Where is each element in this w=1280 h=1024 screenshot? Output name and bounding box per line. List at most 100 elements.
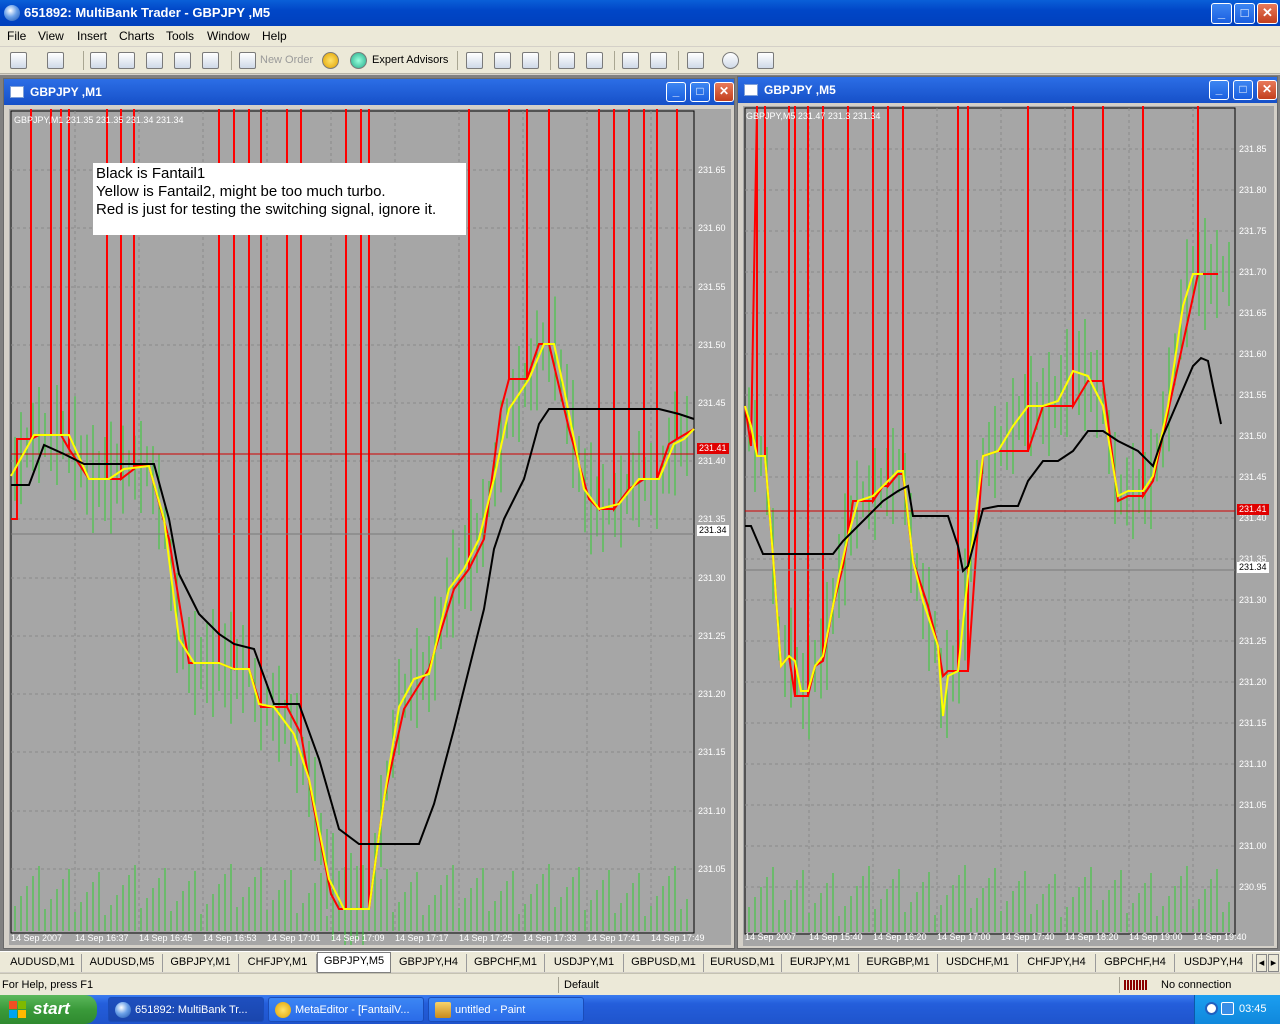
tray-app-icon[interactable] <box>1221 1002 1234 1015</box>
zoom-out-icon[interactable] <box>586 52 603 69</box>
terminal-app-icon <box>115 1002 131 1018</box>
y-tick: 231.30 <box>1239 595 1267 605</box>
y-tick: 231.10 <box>1239 759 1267 769</box>
fantail2-line <box>10 343 695 910</box>
tab-gbpjpy-m1[interactable]: GBPJPY,M1 <box>163 954 239 972</box>
bar-chart-icon[interactable] <box>466 52 483 69</box>
x-tick: 14 Sep 17:33 <box>523 933 577 943</box>
taskbar-item-metaeditor[interactable]: MetaEditor - [FantailV... <box>268 997 424 1022</box>
connection-icon <box>1124 980 1148 990</box>
x-tick: 14 Sep 17:49 <box>651 933 705 943</box>
x-tick: 14 Sep 16:45 <box>139 933 193 943</box>
x-tick: 14 Sep 17:09 <box>331 933 385 943</box>
tab-gbpchf-h4[interactable]: GBPCHF,H4 <box>1096 954 1175 972</box>
chart-title: GBPJPY ,M1 <box>30 85 102 99</box>
new-chart-icon[interactable] <box>10 52 27 69</box>
fantail1-line <box>11 408 695 845</box>
restore-button[interactable]: □ <box>1234 3 1255 24</box>
tab-scroll-right[interactable]: ▸ <box>1268 954 1279 972</box>
tab-audusd-m5[interactable]: AUDUSD,M5 <box>82 954 163 972</box>
taskbar-item-label: MetaEditor - [FantailV... <box>295 1004 410 1016</box>
tab-chfjpy-h4[interactable]: CHFJPY,H4 <box>1018 954 1096 972</box>
menu-tools[interactable]: Tools <box>166 29 194 43</box>
network-icon[interactable] <box>1205 1002 1218 1015</box>
tab-scroll-left[interactable]: ◂ <box>1256 954 1267 972</box>
navigator-icon[interactable] <box>146 52 163 69</box>
tab-usdjpy-h4[interactable]: USDJPY,H4 <box>1175 954 1253 972</box>
auto-scroll-icon[interactable] <box>650 52 667 69</box>
y-tick: 231.30 <box>698 573 726 583</box>
taskbar-item-multibank[interactable]: 651892: MultiBank Tr... <box>108 997 264 1022</box>
menu-window[interactable]: Window <box>207 29 250 43</box>
minimize-button[interactable]: _ <box>1211 3 1232 24</box>
indicators-icon[interactable] <box>687 52 704 69</box>
tab-audusd-m1[interactable]: AUDUSD,M1 <box>4 954 82 972</box>
chart-minimize-button[interactable]: _ <box>1209 80 1229 100</box>
y-tick: 231.85 <box>1239 144 1267 154</box>
candlestick-icon[interactable] <box>494 52 511 69</box>
terminal-icon[interactable] <box>174 52 191 69</box>
market-watch-icon[interactable] <box>90 52 107 69</box>
clock: 03:45 <box>1239 1003 1267 1015</box>
new-order-button[interactable]: New Order <box>260 54 313 66</box>
close-button[interactable]: ✕ <box>1257 3 1278 24</box>
data-window-icon[interactable] <box>118 52 135 69</box>
chart-maximize-button[interactable]: □ <box>1233 80 1253 100</box>
expert-advisors-button[interactable]: Expert Advisors <box>372 54 448 66</box>
tab-usdjpy-m1[interactable]: USDJPY,M1 <box>545 954 624 972</box>
chart-plot-area[interactable]: GBPJPY,M5 231.47 231.3 231.34 231.85 231… <box>743 106 1274 946</box>
metaeditor-icon[interactable] <box>322 52 339 69</box>
start-label: start <box>33 999 70 1018</box>
y-tick: 230.95 <box>1239 882 1267 892</box>
menu-file[interactable]: File <box>7 29 26 43</box>
status-connection: No connection <box>1161 979 1232 991</box>
menu-help[interactable]: Help <box>262 29 287 43</box>
y-tick: 231.45 <box>1239 472 1267 482</box>
chart-window-gbpjpy-m1[interactable]: GBPJPY ,M1 _ □ ✕ GBPJPY,M1 231.35 231.35… <box>3 78 735 949</box>
y-tick: 231.50 <box>698 340 726 350</box>
tab-gbpjpy-h4[interactable]: GBPJPY,H4 <box>391 954 467 972</box>
y-tick: 231.65 <box>698 165 726 175</box>
menu-view[interactable]: View <box>38 29 64 43</box>
tab-gbpusd-m1[interactable]: GBPUSD,M1 <box>624 954 704 972</box>
y-tick: 231.65 <box>1239 308 1267 318</box>
x-tick: 14 Sep 16:20 <box>873 932 927 942</box>
y-tick: 231.40 <box>698 456 726 466</box>
chart-close-button[interactable]: ✕ <box>1257 80 1277 100</box>
y-tick: 231.20 <box>1239 677 1267 687</box>
tab-gbpchf-m1[interactable]: GBPCHF,M1 <box>467 954 545 972</box>
chart-plot-area[interactable]: GBPJPY,M1 231.35 231.35 231.34 231.34 Bl… <box>9 109 731 945</box>
tab-eurjpy-m1[interactable]: EURJPY,M1 <box>782 954 859 972</box>
ohlc-readout: GBPJPY,M1 231.35 231.35 231.34 231.34 <box>14 115 184 125</box>
tab-chfjpy-m1[interactable]: CHFJPY,M1 <box>239 954 317 972</box>
chart-maximize-button[interactable]: □ <box>690 82 710 102</box>
y-tick: 231.55 <box>698 282 726 292</box>
tab-usdchf-m1[interactable]: USDCHF,M1 <box>938 954 1018 972</box>
chart-close-button[interactable]: ✕ <box>714 82 734 102</box>
menu-insert[interactable]: Insert <box>77 29 107 43</box>
chart-window-gbpjpy-m5[interactable]: GBPJPY ,M5 _ □ ✕ GBPJPY,M5 231.47 231.3 … <box>737 76 1278 949</box>
annotation-line-3: Red is just for testing the switching si… <box>96 201 437 218</box>
tab-eurgbp-m1[interactable]: EURGBP,M1 <box>859 954 938 972</box>
chart-tabs: AUDUSD,M1 AUDUSD,M5 GBPJPY,M1 CHFJPY,M1 … <box>0 951 1280 973</box>
line-chart-icon[interactable] <box>522 52 539 69</box>
periods-icon[interactable] <box>722 52 739 69</box>
templates-icon[interactable] <box>757 52 774 69</box>
y-tick: 231.20 <box>698 689 726 699</box>
tab-gbpjpy-m5[interactable]: GBPJPY,M5 <box>317 952 391 973</box>
new-order-icon[interactable] <box>239 52 256 69</box>
y-tick: 231.05 <box>1239 800 1267 810</box>
tab-eurusd-m1[interactable]: EURUSD,M1 <box>704 954 782 972</box>
strategy-tester-icon[interactable] <box>202 52 219 69</box>
profiles-icon[interactable] <box>47 52 64 69</box>
chart-title: GBPJPY ,M5 <box>764 83 836 97</box>
start-button[interactable]: start <box>0 995 97 1024</box>
chart-shift-icon[interactable] <box>622 52 639 69</box>
zoom-in-icon[interactable] <box>558 52 575 69</box>
chart-minimize-button[interactable]: _ <box>666 82 686 102</box>
taskbar-item-paint[interactable]: untitled - Paint <box>428 997 584 1022</box>
menu-charts[interactable]: Charts <box>119 29 154 43</box>
system-tray: 03:45 <box>1194 995 1280 1024</box>
x-tick: 14 Sep 17:00 <box>937 932 991 942</box>
expert-advisors-icon[interactable] <box>350 52 367 69</box>
